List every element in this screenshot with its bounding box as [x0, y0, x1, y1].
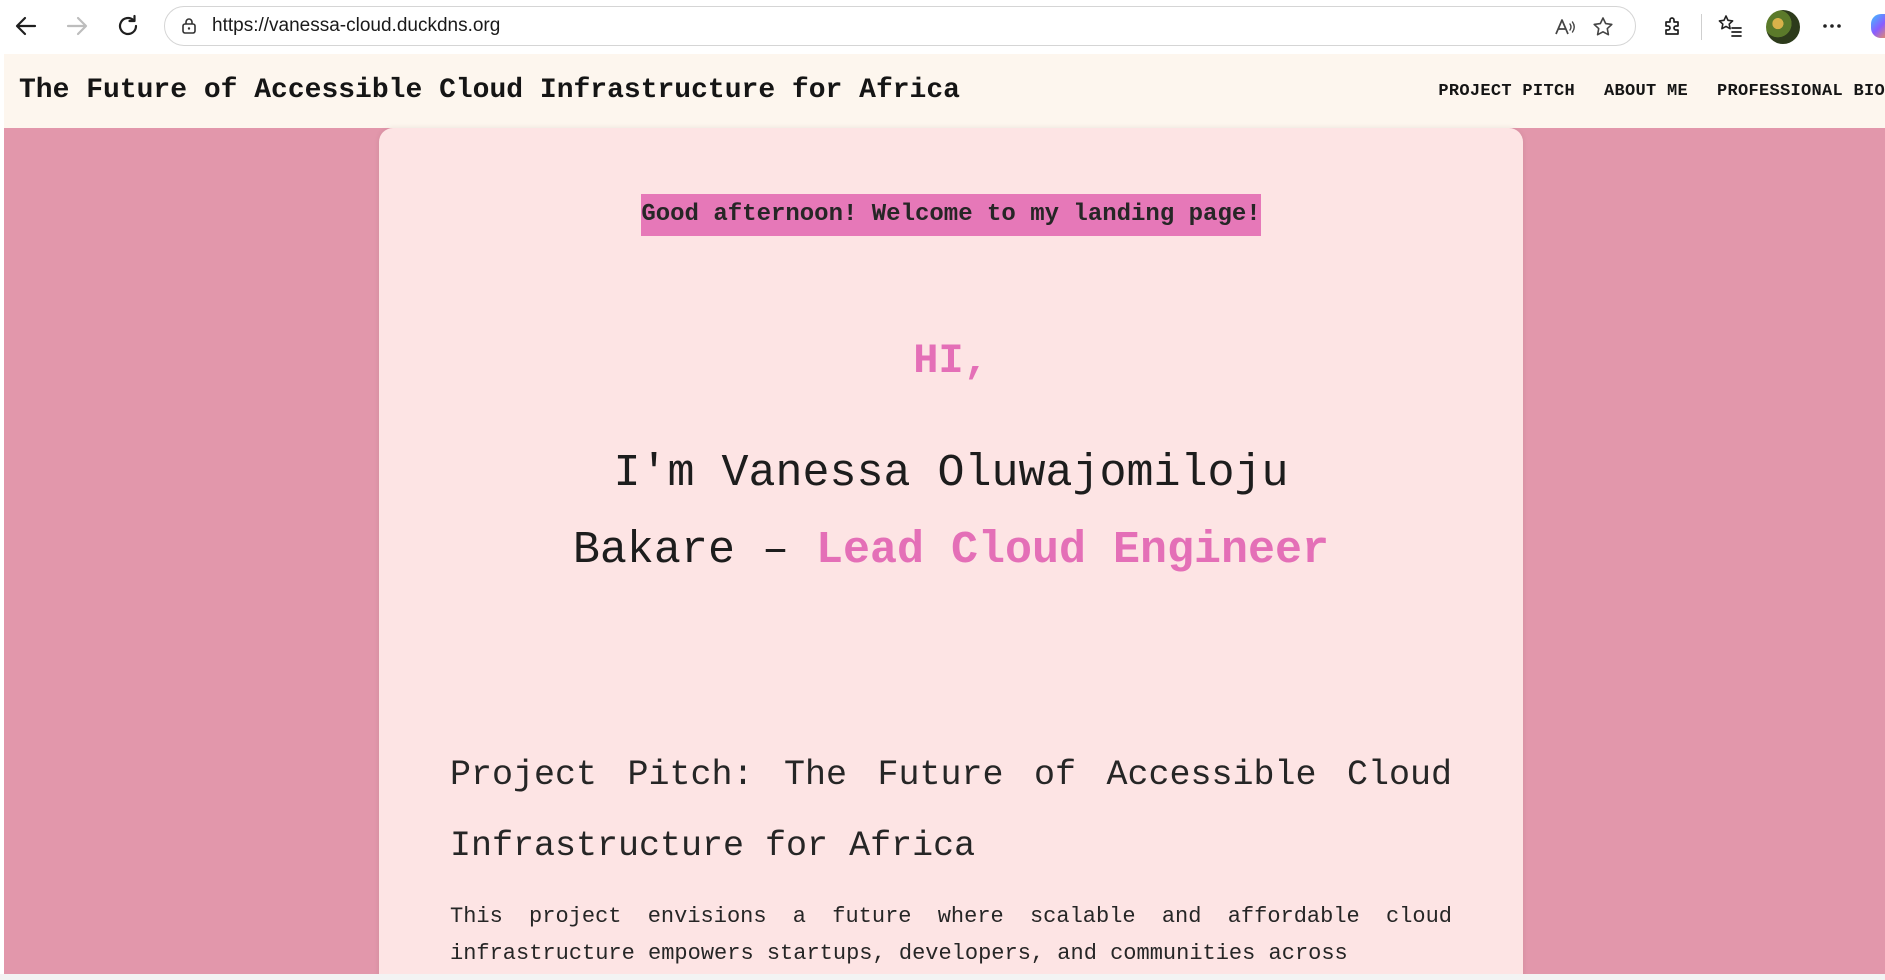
- more-menu-icon[interactable]: [1814, 8, 1850, 44]
- site-info-lock-icon[interactable]: [179, 16, 199, 36]
- main-content-card: Good afternoon! Welcome to my landing pa…: [379, 128, 1523, 974]
- nav-link-about-me[interactable]: ABOUT ME: [1604, 82, 1688, 101]
- refresh-icon[interactable]: [110, 8, 146, 44]
- window-bottom-edge: [0, 974, 1885, 980]
- nav-link-professional-bio[interactable]: PROFESSIONAL BIO: [1717, 82, 1885, 101]
- site-header: The Future of Accessible Cloud Infrastru…: [4, 54, 1885, 128]
- copilot-icon[interactable]: [1871, 14, 1885, 38]
- favorites-list-icon[interactable]: [1712, 8, 1748, 44]
- pitch-body: This project envisions a future where sc…: [450, 904, 1452, 966]
- favorite-star-icon[interactable]: [1591, 15, 1615, 39]
- site-nav: PROJECT PITCH ABOUT ME PROFESSIONAL BIO: [1438, 54, 1885, 128]
- forward-arrow-icon[interactable]: [59, 8, 95, 44]
- read-aloud-icon[interactable]: [1553, 15, 1577, 39]
- intro-heading: I'm Vanessa Oluwajomiloju Bakare – Lead …: [559, 435, 1343, 589]
- pitch-heading: Project Pitch: The Future of Accessible …: [450, 755, 1452, 866]
- greeting-banner: Good afternoon! Welcome to my landing pa…: [379, 194, 1523, 236]
- nav-link-project-pitch[interactable]: PROJECT PITCH: [1438, 82, 1575, 101]
- browser-toolbar: https://vanessa-cloud.duckdns.org: [0, 0, 1885, 54]
- intro-role: Lead Cloud Engineer: [815, 525, 1330, 576]
- site-title: The Future of Accessible Cloud Infrastru…: [19, 75, 960, 106]
- page-viewport: The Future of Accessible Cloud Infrastru…: [4, 54, 1885, 974]
- greeting-text: Good afternoon! Welcome to my landing pa…: [641, 194, 1261, 236]
- extensions-puzzle-icon[interactable]: [1655, 8, 1691, 44]
- hi-heading: HI,: [913, 337, 989, 385]
- url-text[interactable]: https://vanessa-cloud.duckdns.org: [212, 7, 500, 45]
- back-arrow-icon[interactable]: [8, 8, 44, 44]
- profile-avatar[interactable]: [1766, 10, 1800, 44]
- address-bar[interactable]: https://vanessa-cloud.duckdns.org: [164, 6, 1636, 46]
- toolbar-separator: [1701, 14, 1702, 40]
